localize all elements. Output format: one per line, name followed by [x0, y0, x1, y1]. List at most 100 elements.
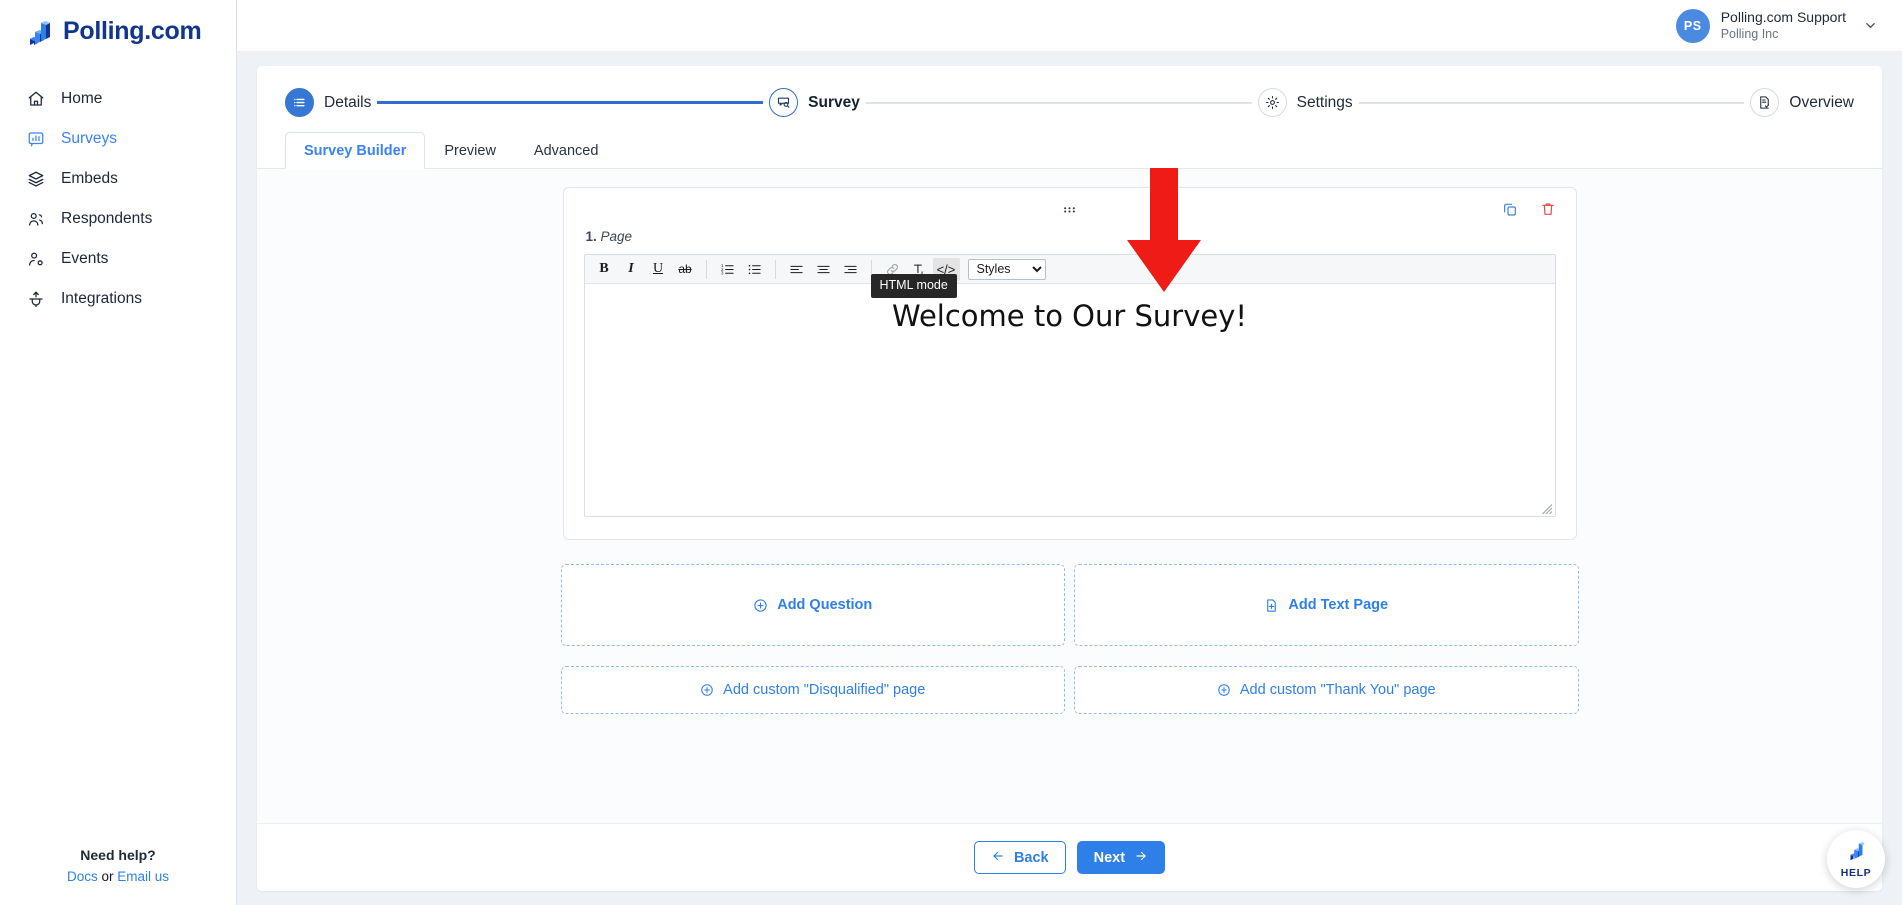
step-survey[interactable]: Survey — [769, 88, 860, 117]
next-label: Next — [1093, 849, 1126, 866]
user-name: Polling.com Support — [1720, 9, 1846, 26]
html-mode-tooltip: HTML mode — [870, 274, 957, 298]
file-plus-icon — [1264, 598, 1279, 613]
align-left-icon[interactable] — [783, 258, 810, 281]
drag-dots-icon[interactable] — [1063, 205, 1076, 218]
survey-chart-icon — [26, 130, 45, 149]
ordered-list-icon[interactable]: 123 — [714, 258, 741, 281]
align-right-icon[interactable] — [837, 258, 864, 281]
styles-select[interactable]: Styles — [967, 258, 1046, 280]
help-separator: or — [101, 869, 114, 885]
editor-heading-text: Welcome to Our Survey! — [891, 299, 1248, 333]
brand-logo-link[interactable]: Polling.com — [0, 0, 236, 62]
user-menu-button[interactable]: PS Polling.com Support Polling Inc — [1675, 8, 1878, 43]
chevron-down-icon[interactable] — [1863, 18, 1878, 33]
tab-survey-builder[interactable]: Survey Builder — [285, 132, 426, 169]
rich-text-editor: B I U ab 123 x </> Styles Welcome to Our… — [583, 254, 1556, 517]
wizard-footer: Back Next — [257, 823, 1882, 891]
next-button[interactable]: Next — [1076, 841, 1166, 874]
add-question-button[interactable]: Add Question — [560, 564, 1065, 646]
step-details[interactable]: Details — [285, 88, 371, 117]
arrow-left-icon — [991, 849, 1005, 867]
plus-circle-icon — [753, 598, 768, 613]
add-disqualified-page-label: Add custom "Disqualified" page — [723, 682, 926, 698]
underline-icon[interactable]: U — [645, 258, 672, 281]
polling-bar-logo-icon — [1846, 840, 1867, 866]
tab-preview[interactable]: Preview — [425, 132, 515, 169]
users-icon — [26, 210, 45, 229]
add-thank-you-page-label: Add custom "Thank You" page — [1239, 682, 1436, 698]
help-widget-button[interactable]: HELP — [1827, 830, 1885, 888]
step-connector-2 — [865, 101, 1252, 104]
align-center-icon[interactable] — [810, 258, 837, 281]
canvas-inner: 1. Page B I U ab 1 2 3 x </> Styles Welc… — [262, 187, 1877, 714]
brand-name: Polling.com — [63, 16, 202, 45]
arrow-right-icon — [1134, 849, 1148, 867]
step-label: Settings — [1296, 93, 1353, 111]
page-card: 1. Page B I U ab 1 2 3 x </> Styles Welc… — [562, 187, 1577, 540]
sidebar-item-label: Integrations — [61, 290, 142, 307]
gear-icon — [1257, 88, 1287, 117]
step-overview[interactable]: Overview — [1750, 88, 1854, 117]
step-connector-3 — [1358, 101, 1745, 104]
tab-advanced[interactable]: Advanced — [515, 132, 618, 169]
strikethrough-icon[interactable]: ab — [672, 258, 699, 281]
add-content-row: Add Question Add Text Page — [560, 564, 1579, 646]
docs-link[interactable]: Docs — [67, 869, 98, 884]
step-label: Overview — [1789, 93, 1855, 111]
page-label: 1. Page — [586, 229, 1556, 244]
add-custom-pages-row: Add custom "Disqualified" page Add custo… — [560, 666, 1579, 714]
avatar: PS — [1675, 8, 1710, 43]
sidebar-nav: Home Surveys Embeds Respondents Events I… — [0, 79, 236, 319]
plug-upload-icon — [26, 290, 45, 309]
survey-wizard-panel: Details Survey Settings Overview Survey … — [257, 66, 1882, 891]
main-area: PS Polling.com Support Polling Inc Detai… — [237, 0, 1902, 905]
bold-icon[interactable]: B — [591, 258, 618, 281]
add-text-page-button[interactable]: Add Text Page — [1074, 564, 1579, 646]
polling-bar-logo-icon — [26, 17, 54, 45]
step-settings[interactable]: Settings — [1257, 88, 1353, 117]
step-connector-1 — [377, 101, 764, 104]
svg-text:3: 3 — [720, 270, 723, 275]
back-button[interactable]: Back — [973, 841, 1066, 874]
add-disqualified-page-button[interactable]: Add custom "Disqualified" page — [560, 666, 1065, 714]
user-organization: Polling Inc — [1720, 27, 1779, 42]
survey-builder-canvas: 1. Page B I U ab 1 2 3 x </> Styles Welc… — [257, 169, 1882, 823]
plus-circle-icon — [1217, 683, 1231, 697]
step-label: Details — [324, 93, 372, 111]
document-check-icon — [1750, 88, 1780, 117]
editor-content-area[interactable]: Welcome to Our Survey! — [584, 284, 1555, 516]
sidebar-help: Need help? Docs or Email us — [0, 845, 236, 888]
sidebar-item-label: Events — [61, 250, 109, 267]
layers-icon — [26, 170, 45, 189]
trash-icon[interactable] — [1540, 201, 1556, 217]
sidebar-item-events[interactable]: Events — [0, 239, 236, 279]
copy-icon[interactable] — [1502, 201, 1518, 217]
help-title: Need help? — [80, 847, 156, 864]
email-us-link[interactable]: Email us — [117, 869, 169, 884]
sidebar-item-integrations[interactable]: Integrations — [0, 279, 236, 319]
italic-icon[interactable]: I — [618, 258, 645, 281]
add-thank-you-page-button[interactable]: Add custom "Thank You" page — [1074, 666, 1579, 714]
sidebar-item-surveys[interactable]: Surveys — [0, 119, 236, 159]
sidebar: Polling.com Home Surveys Embeds Responde… — [0, 0, 237, 905]
topbar: PS Polling.com Support Polling Inc — [237, 0, 1902, 52]
resize-grip-icon[interactable] — [1541, 502, 1553, 515]
user-gear-icon — [26, 250, 45, 269]
home-icon — [26, 90, 45, 109]
sidebar-item-label: Respondents — [61, 210, 153, 227]
wizard-stepper: Details Survey Settings Overview — [257, 66, 1882, 131]
app-root: Polling.com Home Surveys Embeds Responde… — [0, 0, 1902, 905]
sidebar-item-respondents[interactable]: Respondents — [0, 199, 236, 239]
builder-tabs: Survey Builder Preview Advanced — [257, 131, 1882, 169]
content-wrapper: Details Survey Settings Overview Survey … — [237, 52, 1902, 905]
list-icon — [285, 88, 314, 117]
page-number: 1. — [585, 229, 597, 244]
survey-search-icon — [769, 88, 799, 117]
add-question-label: Add Question — [777, 597, 873, 613]
sidebar-item-home[interactable]: Home — [0, 79, 236, 119]
unordered-list-icon[interactable] — [741, 258, 768, 281]
sidebar-item-embeds[interactable]: Embeds — [0, 159, 236, 199]
page-name: Page — [600, 229, 633, 244]
step-label: Survey — [808, 93, 860, 111]
